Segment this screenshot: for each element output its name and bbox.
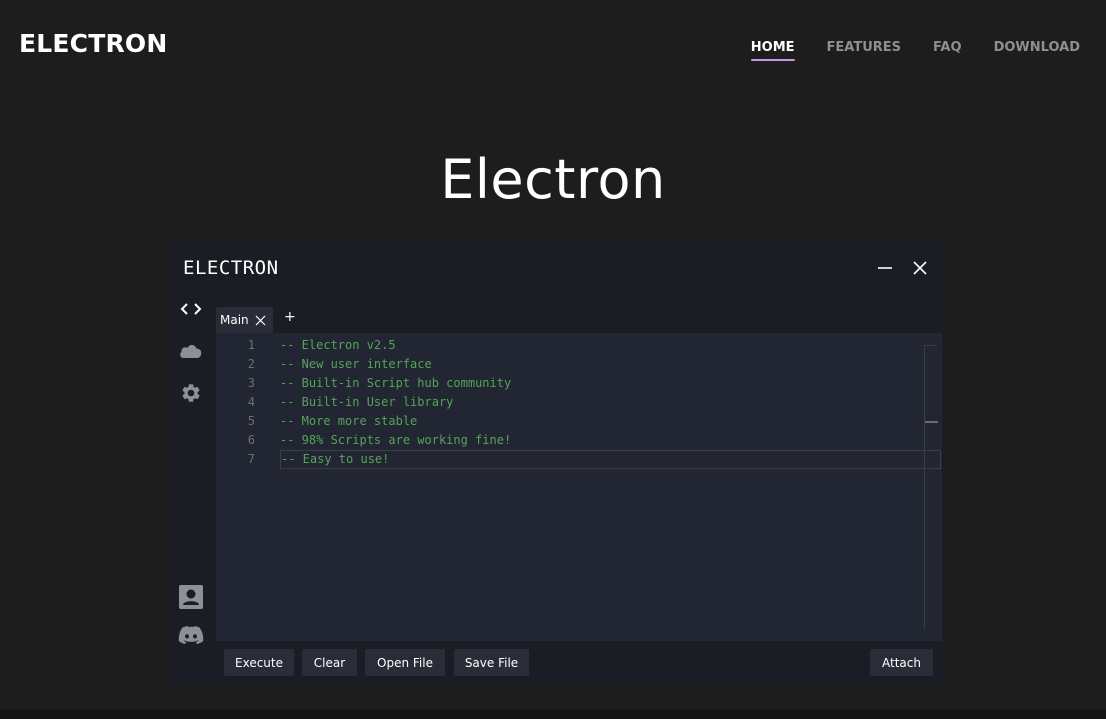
code-line-current[interactable]: -- Easy to use! — [280, 450, 941, 469]
code-line[interactable]: -- More more stable — [280, 412, 942, 431]
code-line[interactable]: -- New user interface — [280, 355, 942, 374]
sidebar-account-button[interactable] — [178, 584, 204, 610]
discord-icon — [178, 625, 204, 645]
user-icon — [179, 585, 203, 609]
add-tab-button[interactable]: + — [284, 309, 296, 325]
line-number: 2 — [247, 357, 255, 371]
app-title: ELECTRON — [183, 257, 279, 279]
tab-main-label[interactable]: Main — [220, 313, 249, 327]
nav-home[interactable]: HOME — [750, 40, 795, 61]
code-content[interactable]: -- Electron v2.5 -- New user interface -… — [280, 333, 942, 469]
nav-faq[interactable]: FAQ — [933, 40, 962, 61]
sidebar-discord-button[interactable] — [178, 622, 204, 648]
minimize-icon — [878, 267, 892, 269]
code-line[interactable]: -- Built-in Script hub community — [280, 374, 942, 393]
sidebar-settings-button[interactable] — [178, 380, 204, 406]
footer-strip — [0, 710, 1106, 719]
nav-features[interactable]: FEATURES — [827, 40, 902, 61]
code-line[interactable]: -- 98% Scripts are working fine! — [280, 431, 942, 450]
tab-main[interactable]: Main — [216, 307, 273, 333]
clear-button[interactable]: Clear — [302, 649, 357, 676]
editor-scrollbar[interactable] — [924, 345, 938, 629]
sidebar-cloud-button[interactable] — [178, 338, 204, 364]
nav-download[interactable]: DOWNLOAD — [994, 40, 1080, 61]
execute-button[interactable]: Execute — [224, 649, 294, 676]
line-number: 5 — [247, 414, 255, 428]
line-number: 6 — [247, 433, 255, 447]
sidebar-editor-button[interactable] — [178, 296, 204, 322]
line-number: 4 — [247, 395, 255, 409]
hero-title: Electron — [440, 148, 666, 211]
scrollbar-thumb[interactable] — [925, 421, 938, 423]
line-number-gutter: 1 2 3 4 5 6 7 — [216, 333, 268, 469]
attach-button[interactable]: Attach — [870, 649, 933, 676]
code-icon — [180, 303, 202, 315]
gear-icon — [182, 384, 200, 402]
top-nav: HOME FEATURES FAQ DOWNLOAD — [750, 40, 1080, 61]
minimize-button[interactable] — [874, 257, 896, 279]
app-window: ELECTRON Main + 1 2 3 4 5 6 7 -- Electro… — [169, 243, 946, 684]
tab-close-icon[interactable] — [255, 315, 266, 326]
site-brand[interactable]: ELECTRON — [19, 29, 168, 58]
open-file-button[interactable]: Open File — [365, 649, 445, 676]
code-line[interactable]: -- Built-in User library — [280, 393, 942, 412]
close-button[interactable] — [909, 257, 931, 279]
code-line[interactable]: -- Electron v2.5 — [280, 336, 942, 355]
code-editor[interactable]: 1 2 3 4 5 6 7 -- Electron v2.5 -- New us… — [216, 333, 942, 641]
line-number: 1 — [247, 338, 255, 352]
line-number: 7 — [247, 452, 255, 466]
page: ELECTRON HOME FEATURES FAQ DOWNLOAD Elec… — [0, 0, 1106, 719]
save-file-button[interactable]: Save File — [454, 649, 529, 676]
close-icon — [913, 261, 927, 275]
cloud-icon — [180, 345, 202, 358]
line-number: 3 — [247, 376, 255, 390]
